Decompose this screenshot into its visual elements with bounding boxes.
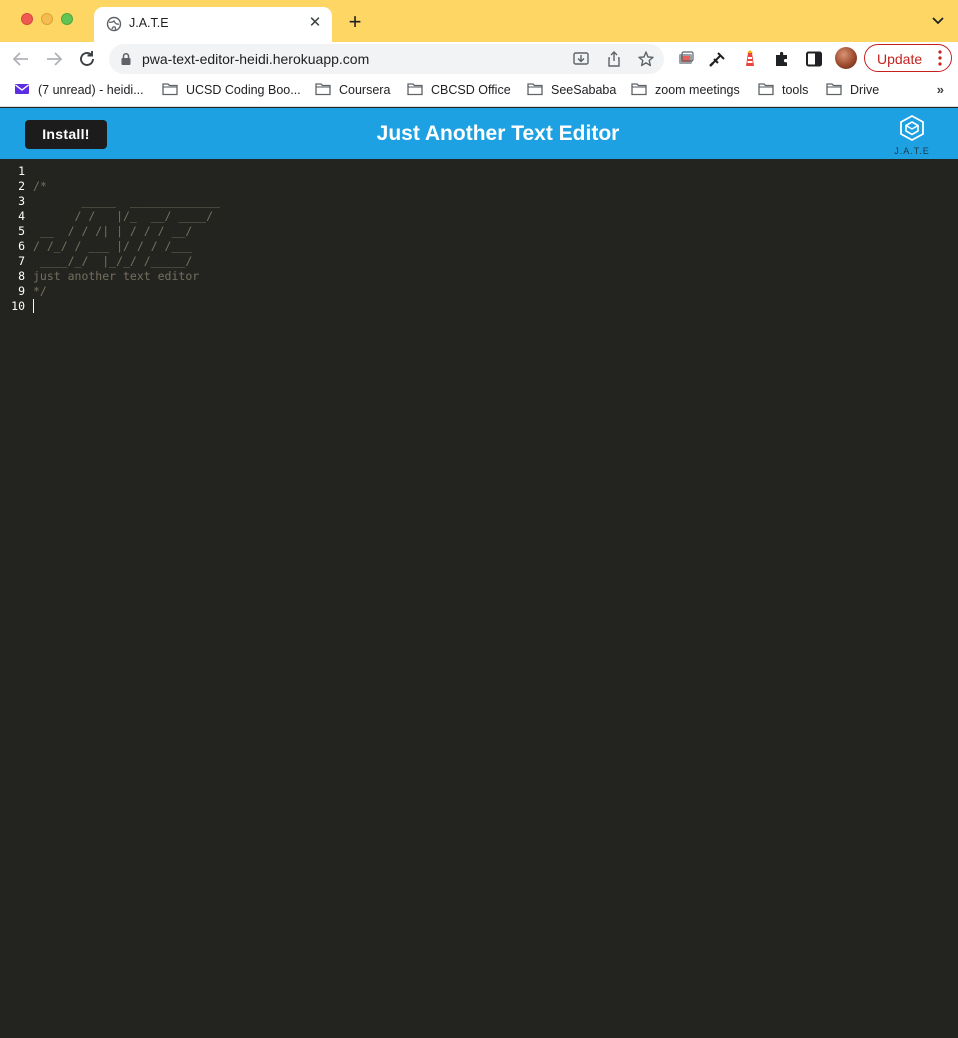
code-line[interactable]: /*: [33, 179, 220, 194]
bookmark-folder-drive[interactable]: Drive: [826, 82, 879, 100]
bookmark-label: Coursera: [339, 83, 391, 97]
update-button[interactable]: Update: [864, 44, 952, 72]
bookmark-label: UCSD Coding Boo...: [186, 83, 301, 97]
code-line[interactable]: _____ _____________: [33, 194, 219, 209]
minimize-window-button[interactable]: [41, 13, 53, 25]
extension-lighthouse-icon[interactable]: [740, 49, 760, 69]
app-logo: J.A.T.E: [891, 114, 933, 156]
profile-avatar[interactable]: [835, 47, 857, 69]
tab-title: J.A.T.E: [129, 16, 169, 30]
bookmark-folder-tools[interactable]: tools: [758, 82, 808, 100]
folder-icon: [631, 83, 647, 96]
code-line[interactable]: / / |/_ __/ ____/: [33, 209, 220, 224]
code-line[interactable]: just another text editor: [33, 269, 220, 284]
bookmark-folder-coursera[interactable]: Coursera: [315, 82, 390, 100]
code-line[interactable]: */: [33, 284, 220, 299]
address-bar[interactable]: pwa-text-editor-heidi.herokuapp.com: [109, 44, 664, 74]
folder-icon: [162, 83, 178, 96]
extensions-puzzle-icon[interactable]: [772, 49, 792, 69]
line-number: 7: [18, 254, 25, 268]
browser-tab[interactable]: J.A.T.E ✕: [94, 7, 332, 42]
close-window-button[interactable]: [21, 13, 33, 25]
code-line[interactable]: / /_/ / ___ |/ / / /___: [33, 239, 220, 254]
text-cursor: [33, 299, 34, 313]
tab-strip: J.A.T.E ✕ +: [0, 0, 958, 42]
install-app-icon[interactable]: [572, 50, 590, 68]
folder-icon: [315, 83, 331, 96]
bookmark-star-icon[interactable]: [637, 50, 655, 68]
page-title: Just Another Text Editor: [376, 122, 620, 145]
bookmark-label: Drive: [850, 83, 880, 97]
reload-button[interactable]: [75, 47, 99, 71]
browser-toolbar: pwa-text-editor-heidi.herokuapp.com Upda…: [0, 42, 958, 76]
more-menu-icon: [938, 50, 942, 66]
lock-icon[interactable]: [119, 52, 133, 66]
code-line[interactable]: __ / / /| | / / / __/: [33, 224, 220, 239]
line-number: 9: [18, 284, 25, 298]
bookmark-label: CBCSD Office: [431, 83, 511, 97]
share-icon[interactable]: [605, 50, 623, 68]
back-button[interactable]: [9, 47, 33, 71]
line-number: 6: [18, 239, 25, 253]
code-line-current[interactable]: [33, 299, 220, 314]
folder-icon: [527, 83, 543, 96]
mail-icon: [15, 84, 29, 94]
app-header: Install! Just Another Text Editor J.A.T.…: [0, 108, 958, 159]
reload-icon: [80, 51, 94, 66]
line-number: 1: [18, 164, 25, 178]
bookmark-folder-cbcsd[interactable]: CBCSD Office: [407, 82, 511, 100]
bookmark-folder-seesababa[interactable]: SeeSababa: [527, 82, 616, 100]
line-number: 4: [18, 209, 25, 223]
line-number: 8: [18, 269, 25, 283]
logo-text: J.A.T.E: [894, 146, 930, 156]
bookmark-label: (7 unread) - heidi...: [38, 83, 144, 97]
globe-icon: [106, 16, 122, 32]
bookmarks-bar: (7 unread) - heidi... UCSD Coding Boo...…: [0, 76, 958, 107]
bookmark-folder-zoom[interactable]: zoom meetings: [631, 82, 740, 100]
url-text[interactable]: pwa-text-editor-heidi.herokuapp.com: [142, 51, 369, 67]
extension-screen-icon[interactable]: [676, 49, 696, 69]
bookmark-item-mail[interactable]: (7 unread) - heidi...: [14, 82, 144, 100]
bookmark-label: SeeSababa: [551, 83, 617, 97]
line-number: 2: [18, 179, 25, 193]
bookmarks-overflow-icon[interactable]: »: [937, 82, 944, 97]
line-number: 3: [18, 194, 25, 208]
forward-button[interactable]: [42, 47, 66, 71]
install-button[interactable]: Install!: [25, 120, 107, 149]
code-editor[interactable]: 1 2 3 4 5 6 7 8 9 10 /* _____ __________…: [0, 159, 958, 1038]
bookmark-label: tools: [782, 83, 809, 97]
maximize-window-button[interactable]: [61, 13, 73, 25]
folder-icon: [758, 83, 774, 96]
update-label: Update: [877, 51, 923, 67]
editor-text-area[interactable]: /* _____ _____________ / / |/_ __/ ____/…: [33, 164, 220, 314]
folder-icon: [826, 83, 842, 96]
bookmark-folder-ucsd[interactable]: UCSD Coding Boo...: [162, 82, 301, 100]
tab-search-chevron-icon[interactable]: [930, 13, 946, 29]
folder-icon: [407, 83, 423, 96]
new-tab-button[interactable]: +: [343, 10, 367, 34]
side-panel-icon[interactable]: [804, 49, 824, 69]
extension-brush-icon[interactable]: [708, 49, 728, 69]
code-line[interactable]: [33, 164, 220, 179]
line-number: 10: [11, 299, 25, 313]
line-number-gutter: 1 2 3 4 5 6 7 8 9 10: [0, 164, 30, 314]
forward-arrow-icon: [47, 52, 63, 66]
code-line[interactable]: ____/_/ |_/_/ /_____/: [33, 254, 220, 269]
back-arrow-icon: [12, 52, 28, 66]
bookmark-label: zoom meetings: [655, 83, 740, 97]
cube-logo-icon: [900, 114, 924, 142]
tab-close-icon[interactable]: ✕: [306, 14, 324, 32]
line-number: 5: [18, 224, 25, 238]
